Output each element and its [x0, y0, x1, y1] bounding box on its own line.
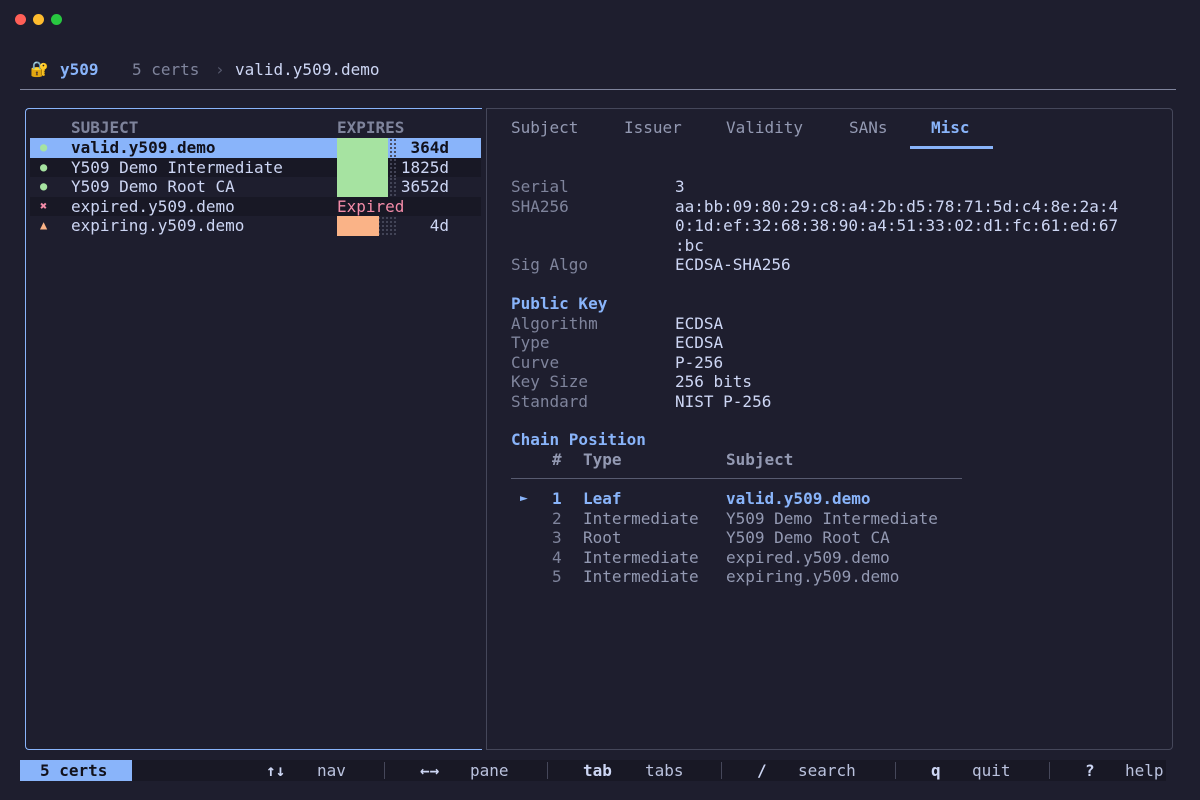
serial-value: 3	[675, 177, 685, 196]
current-marker-icon: ►	[520, 491, 528, 506]
expiry-bar	[337, 157, 388, 177]
days-remaining: 1825d	[400, 157, 449, 177]
cert-count-badge-label: 5 certs	[40, 761, 108, 780]
curve-value: P-256	[675, 352, 724, 372]
chain-type: Intermediate	[583, 508, 699, 528]
chain-type: Intermediate	[583, 547, 699, 567]
sha256-value-cont: :bc	[675, 235, 704, 255]
tabs-hint: tabs	[645, 761, 684, 780]
lock-icon: 🔐	[30, 60, 49, 78]
nav-hint: nav	[317, 761, 346, 780]
sha256-value: aa:bb:09:80:29:c8:a4:2b:d5:78:71:5d:c4:8…	[675, 196, 1119, 216]
header-divider	[20, 89, 1176, 90]
cert-row[interactable]: ● valid.y509.demo 364d	[30, 138, 481, 158]
pane-key-icon: ←→	[420, 761, 440, 780]
col-header-expires[interactable]: EXPIRES	[337, 118, 404, 138]
cert-row[interactable]: ● Y509 Demo Intermediate 1825d	[30, 157, 481, 177]
help-hint: help	[1125, 761, 1164, 780]
quit-hint: quit	[972, 761, 1011, 780]
standard-label: Standard	[511, 391, 589, 411]
sha256-label: SHA256	[511, 196, 569, 216]
cert-name: expired.y509.demo	[71, 196, 235, 216]
chain-num: 3	[552, 528, 562, 547]
chain-type: Intermediate	[583, 567, 699, 586]
help-key: ?	[1085, 761, 1095, 780]
chain-col-num: #	[552, 450, 562, 469]
serial-label: Serial	[511, 177, 569, 196]
chain-subject[interactable]: expiring.y509.demo	[726, 567, 899, 587]
tab-validity[interactable]: Validity	[726, 118, 803, 138]
chain-subject[interactable]: Y509 Demo Intermediate	[726, 509, 938, 529]
breadcrumb-separator: ›	[215, 60, 225, 79]
sha256-value-cont: 0:1d:ef:32:68:38:90:a4:51:33:02:d1:fc:61…	[675, 216, 1119, 235]
hint-divider	[721, 762, 722, 779]
days-remaining: 3652d	[400, 177, 449, 196]
hint-divider	[895, 762, 896, 779]
tab-issuer[interactable]: Issuer	[624, 118, 682, 138]
valid-status-icon: ●	[40, 140, 48, 154]
expiry-bar	[337, 177, 388, 197]
nav-key-icon: ↑↓	[266, 761, 286, 780]
chain-type: Root	[583, 528, 622, 547]
quit-key: q	[931, 761, 941, 780]
app-name: y509	[60, 60, 99, 79]
tab-subject[interactable]: Subject	[511, 118, 578, 138]
chain-subject[interactable]: Y509 Demo Root CA	[726, 528, 890, 548]
type-value: ECDSA	[675, 333, 724, 352]
cert-count: 5 certs	[132, 60, 200, 79]
chain-col-subject: Subject	[726, 450, 794, 469]
chain-subject[interactable]: valid.y509.demo	[726, 489, 871, 509]
expired-label: Expired	[337, 196, 405, 216]
cert-row[interactable]: ▲ expiring.y509.demo 4d	[30, 216, 481, 236]
expired-status-icon: ✖	[40, 198, 48, 213]
valid-status-icon: ●	[40, 159, 48, 174]
algorithm-value: ECDSA	[675, 313, 724, 333]
col-header-subject[interactable]: SUBJECT	[71, 118, 138, 138]
days-remaining: 364d	[410, 138, 449, 157]
tab-misc[interactable]: Misc	[931, 118, 970, 138]
chain-col-type: Type	[583, 450, 622, 469]
key-size-label: Key Size	[511, 372, 589, 391]
curve-label: Curve	[511, 352, 560, 372]
standard-value: NIST P-256	[675, 391, 772, 411]
expiry-bar	[337, 138, 388, 158]
cert-name: valid.y509.demo	[71, 138, 216, 157]
breadcrumb-current: valid.y509.demo	[235, 60, 380, 79]
chain-num: 5	[552, 567, 562, 586]
minimize-window-button[interactable]	[33, 14, 44, 25]
cert-row[interactable]: ● Y509 Demo Root CA 3652d	[30, 177, 481, 197]
chain-num: 1	[552, 489, 562, 508]
days-remaining: 4d	[429, 216, 449, 235]
search-key: /	[757, 761, 767, 780]
valid-status-icon: ●	[40, 179, 48, 193]
maximize-window-button[interactable]	[51, 14, 62, 25]
sig-algo-value: ECDSA-SHA256	[675, 255, 791, 274]
cert-name: Y509 Demo Intermediate	[71, 157, 283, 177]
key-size-value: 256 bits	[675, 372, 753, 391]
chain-subject[interactable]: expired.y509.demo	[726, 548, 890, 568]
warning-status-icon: ▲	[40, 218, 48, 232]
tab-sans[interactable]: SANs	[849, 118, 888, 138]
cert-name: expiring.y509.demo	[71, 216, 245, 235]
chain-type: Leaf	[583, 489, 622, 508]
hint-divider	[384, 762, 385, 779]
type-label: Type	[511, 333, 550, 352]
close-window-button[interactable]	[15, 14, 26, 25]
sig-algo-label: Sig Algo	[511, 255, 589, 274]
tab-key: tab	[583, 761, 612, 780]
chain-num: 4	[552, 547, 562, 567]
expiry-bar	[337, 216, 379, 236]
cert-name: Y509 Demo Root CA	[71, 177, 235, 196]
active-tab-indicator	[910, 146, 993, 149]
public-key-heading: Public Key	[511, 294, 608, 313]
cert-row[interactable]: ✖ expired.y509.demo Expired	[30, 196, 481, 216]
hint-divider	[547, 762, 548, 779]
hint-divider	[1049, 762, 1050, 779]
chain-position-heading: Chain Position	[511, 430, 646, 449]
chain-table-divider	[511, 478, 962, 479]
search-hint: search	[798, 761, 856, 780]
chain-num: 2	[552, 508, 562, 528]
pane-hint: pane	[470, 761, 509, 780]
algorithm-label: Algorithm	[511, 313, 598, 333]
